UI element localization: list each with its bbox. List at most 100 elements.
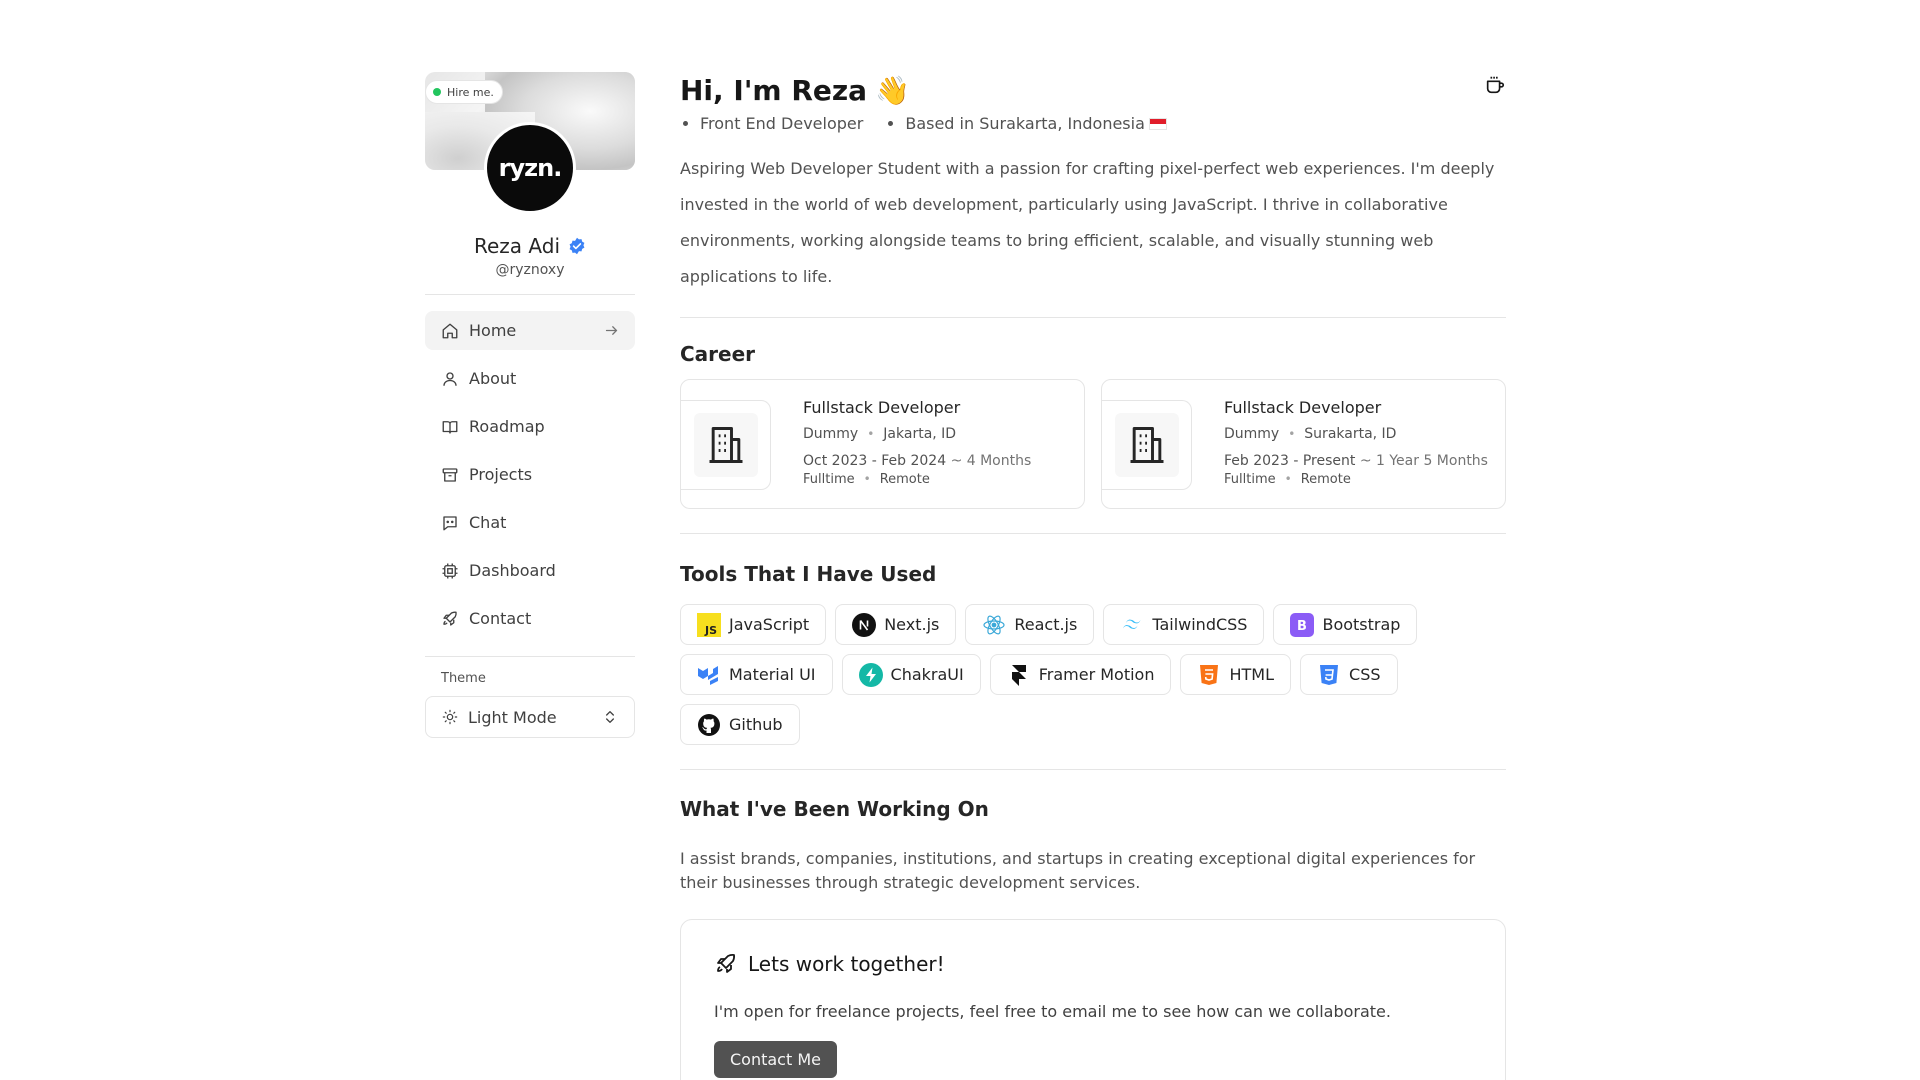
theme-select[interactable]: Light Mode [425,696,635,738]
work-description: I assist brands, companies, institutions… [680,849,1476,892]
career-title: Career [680,342,756,366]
career-role: Fullstack Developer [1224,398,1382,417]
building-icon [709,427,742,463]
bootstrap-icon: B [1290,612,1315,637]
cpu-icon [442,563,458,578]
tool-label: HTML [1229,665,1275,684]
material-ui-icon [697,663,721,687]
sidebar: Hire me. ryzn. Reza Adi @ryznoxy Home Ab… [425,72,635,738]
tool-chip-chakraui[interactable]: ChakraUI [841,654,981,695]
tools-title: Tools That I Have Used [680,562,937,586]
tool-chip-reactjs[interactable]: React.js [965,604,1095,645]
sidebar-item-chat[interactable]: Chat [425,503,635,542]
career-company: Dummy [1224,426,1280,442]
profile-handle: @ryznoxy [495,262,565,278]
tool-chip-framer-motion[interactable]: Framer Motion [989,654,1172,695]
section-divider [680,533,1506,534]
tailwind-icon [1120,613,1144,637]
career-mode: Remote [1300,472,1351,487]
hero-bio: Aspiring Web Developer Student with a pa… [680,159,1495,286]
html5-icon [1197,663,1221,687]
main-content: Hi, I'm Reza 👋 Front End Developer Based… [680,72,1506,1080]
tool-chip-javascript[interactable]: JS JavaScript [680,604,827,645]
verified-badge-icon [569,237,585,255]
sidebar-item-label: Contact [469,609,532,628]
contact-card: Lets work together! I'm open for freelan… [680,919,1506,1080]
github-icon [697,713,721,737]
career-duration: ~ 4 Months [950,453,1032,469]
sidebar-item-label: Roadmap [469,417,545,436]
dot-separator: • [1288,427,1296,441]
tool-chip-tailwindcss[interactable]: TailwindCSS [1103,604,1265,645]
dot-separator: • [867,427,875,441]
sidebar-item-projects[interactable]: Projects [425,455,635,494]
career-role: Fullstack Developer [803,398,961,417]
javascript-icon: JS [697,612,721,637]
section-divider [680,769,1506,770]
tool-chip-github[interactable]: Github [680,704,800,745]
chat-icon [443,515,457,530]
tool-label: Material UI [729,665,816,684]
react-icon [982,613,1006,637]
waving-hand-emoji: 👋 [875,73,910,107]
theme-label: Theme [441,671,486,686]
contact-me-button[interactable]: Contact Me [714,1041,837,1078]
svg-text:B: B [1298,619,1308,634]
archive-icon [442,467,458,482]
sidebar-item-contact[interactable]: Contact [425,599,635,638]
career-location: Surakarta, ID [1304,426,1397,442]
section-divider [680,317,1506,318]
tool-chip-material-ui[interactable]: Material UI [680,654,833,695]
career-dates: Oct 2023 - Feb 2024 [803,453,947,469]
rocket-icon [717,954,735,973]
sidebar-divider [425,656,635,657]
arrow-right-icon [605,326,618,335]
work-title: What I've Been Working On [680,797,989,821]
css3-icon [1317,663,1341,687]
tool-chip-nextjs[interactable]: Next.js [835,604,957,645]
career-card[interactable]: Fullstack Developer Dummy • Surakarta, ID … [1101,379,1506,509]
framer-icon [1007,663,1031,687]
tool-chip-css[interactable]: CSS [1300,654,1398,695]
career-list: Fullstack Developer Dummy • Jakarta, ID Oc… [680,379,1506,509]
profile-name: Reza Adi [474,234,560,258]
sidebar-item-label: About [469,369,517,388]
sidebar-nav: Home About Roadmap Projects Chat Dashboa… [425,311,635,638]
profile-name-row: Reza Adi [425,234,635,258]
svg-text:JS: JS [704,624,717,637]
sidebar-item-label: Projects [469,465,533,484]
tool-label: ChakraUI [890,665,964,684]
nextjs-icon [852,612,877,637]
career-mode: Remote [879,472,930,487]
coffee-cup-icon[interactable] [1484,74,1506,96]
dot-separator: • [863,472,871,486]
page-title: Hi, I'm Reza 👋 [680,72,1506,108]
tool-label: CSS [1349,665,1381,684]
sidebar-item-dashboard[interactable]: Dashboard [425,551,635,590]
tool-label: JavaScript [729,615,810,634]
tool-label: TailwindCSS [1152,615,1248,634]
hero-location: Based in Surakarta, Indonesia [905,114,1167,133]
tool-chip-html[interactable]: HTML [1180,654,1292,695]
hero-role: Front End Developer [700,114,863,133]
tool-label: React.js [1014,615,1078,634]
tool-label: Bootstrap [1322,615,1401,634]
sidebar-item-about[interactable]: About [425,359,635,398]
avatar: ryzn. [484,122,576,214]
career-card[interactable]: Fullstack Developer Dummy • Jakarta, ID Oc… [680,379,1085,509]
sidebar-item-home[interactable]: Home [425,311,635,350]
sidebar-item-roadmap[interactable]: Roadmap [425,407,635,446]
chakraui-icon [858,662,883,687]
page-title-text: Hi, I'm Reza [680,73,868,107]
career-type: Fulltime [803,472,855,487]
tool-chip-bootstrap[interactable]: B Bootstrap [1273,604,1418,645]
status-dot-icon [433,88,441,96]
tool-label: Framer Motion [1038,665,1155,684]
theme-select-value: Light Mode [468,707,557,727]
hire-me-badge[interactable]: Hire me. [425,80,503,104]
user-icon [443,371,457,386]
rocket-icon [443,611,457,626]
home-icon [442,323,458,338]
company-logo [681,400,771,490]
indonesia-flag-icon [1148,118,1167,130]
